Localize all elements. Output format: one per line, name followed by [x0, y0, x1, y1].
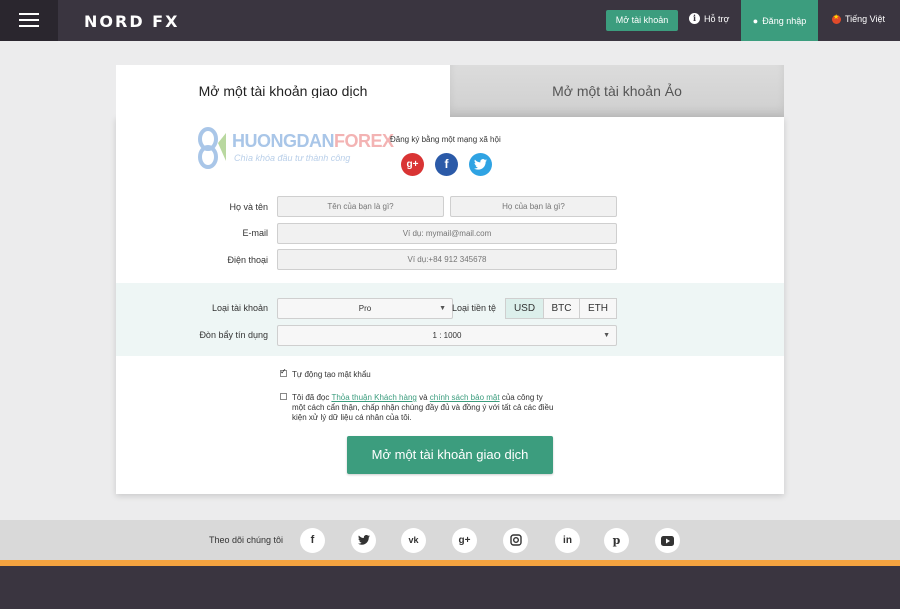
email-field[interactable]: [277, 223, 617, 244]
twitter-icon[interactable]: [469, 153, 492, 176]
login-button[interactable]: ● Đăng nhập: [741, 0, 818, 41]
currency-label: Loại tiền tệ: [452, 303, 497, 313]
leverage-select[interactable]: 1 : 1000 ▼: [277, 325, 617, 346]
leverage-label: Đòn bẩy tín dụng: [199, 330, 268, 340]
account-type-value: Pro: [358, 304, 372, 313]
last-name-input[interactable]: [450, 196, 617, 217]
top-nav-bar: NORD FX Mở tài khoản i Hỗ trợ ● Đăng nhậ…: [0, 0, 900, 41]
open-account-button[interactable]: Mở tài khoản: [606, 10, 678, 31]
phone-label: Điện thoại: [227, 255, 268, 265]
youtube-icon[interactable]: [655, 528, 680, 553]
huongdanforex-watermark: HUONGDANFOREX Chìa khóa đầu tư thành côn…: [198, 125, 394, 169]
name-label: Họ và tên: [229, 202, 268, 212]
watermark-brand: HUONGDANFOREX: [232, 131, 394, 151]
vk-icon[interactable]: vk: [401, 528, 426, 553]
login-label: Đăng nhập: [762, 15, 807, 26]
phone-field[interactable]: [277, 249, 617, 270]
auto-password-checkbox[interactable]: [280, 367, 287, 377]
linkedin-icon[interactable]: in: [555, 528, 580, 553]
social-signup-title: Đăng ký bằng một mạng xã hội: [390, 135, 501, 144]
language-selector[interactable]: Tiếng Việt: [832, 13, 886, 24]
chevron-down-icon: ▼: [603, 332, 610, 339]
card-tab-connector: [116, 98, 450, 118]
support-link[interactable]: i Hỗ trợ: [689, 13, 729, 24]
twitter-icon[interactable]: [351, 528, 376, 553]
account-type-select[interactable]: Pro ▼: [277, 298, 453, 319]
agree-terms-checkbox[interactable]: [280, 393, 287, 400]
language-label: Tiếng Việt: [845, 14, 886, 24]
follow-us-label: Theo dõi chúng tôi: [209, 535, 284, 545]
customer-agreement-link[interactable]: Thỏa thuận Khách hàng: [331, 393, 416, 402]
instagram-icon[interactable]: [503, 528, 528, 553]
hamburger-menu-icon[interactable]: [0, 0, 58, 41]
leverage-value: 1 : 1000: [432, 331, 462, 340]
tab-demo-account[interactable]: Mở một tài khoản Ảo: [450, 65, 784, 117]
chevron-down-icon: ▼: [439, 305, 446, 312]
vietnam-flag-icon: [832, 13, 841, 24]
currency-btc[interactable]: BTC: [543, 298, 580, 319]
watermark-tagline: Chìa khóa đầu tư thành công: [234, 153, 351, 163]
nordfx-logo[interactable]: NORD FX: [84, 12, 179, 31]
open-trading-account-button[interactable]: Mở một tài khoản giao dịch: [347, 436, 553, 474]
privacy-policy-link[interactable]: chính sách bảo mật: [430, 393, 500, 402]
user-icon: ●: [752, 15, 759, 26]
facebook-icon[interactable]: f: [300, 528, 325, 553]
email-label: E-mail: [242, 228, 268, 238]
footer-dark-band: [0, 566, 900, 609]
google-plus-icon[interactable]: g+: [452, 528, 477, 553]
auto-password-label: Tự động tạo mật khẩu: [292, 370, 371, 379]
first-name-input[interactable]: [277, 196, 444, 217]
info-icon: i: [689, 13, 700, 24]
account-type-label: Loại tài khoản: [211, 303, 268, 313]
facebook-icon[interactable]: f: [435, 153, 458, 176]
currency-eth[interactable]: ETH: [579, 298, 617, 319]
support-label: Hỗ trợ: [704, 13, 730, 24]
google-plus-icon[interactable]: g+: [401, 153, 424, 176]
watermark-logo-icon: [198, 127, 226, 169]
agree-terms-text: Tôi đã đọc Thỏa thuận Khách hàng và chín…: [292, 393, 554, 422]
pinterest-icon[interactable]: p: [604, 528, 629, 553]
footer-social-bar: [0, 520, 900, 560]
currency-usd[interactable]: USD: [505, 298, 544, 319]
